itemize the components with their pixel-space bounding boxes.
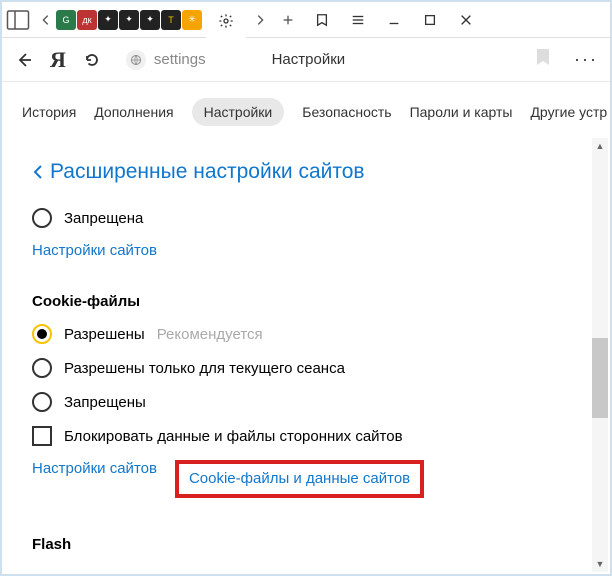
page-title: Настройки — [272, 51, 346, 68]
tab-favicon[interactable]: G — [56, 10, 76, 30]
close-button[interactable] — [454, 8, 478, 32]
gear-icon — [218, 13, 234, 29]
radio-icon[interactable] — [32, 208, 52, 228]
cookies-heading: Сookie-файлы — [32, 293, 580, 310]
bookmark-icon[interactable] — [536, 48, 550, 71]
recommended-hint: Рекомендуется — [157, 326, 263, 343]
scroll-down-icon[interactable]: ▼ — [592, 556, 608, 572]
scroll-up-icon[interactable]: ▲ — [592, 138, 608, 154]
tab-favicon[interactable]: T — [161, 10, 181, 30]
minimize-button[interactable] — [382, 8, 406, 32]
tab-settings[interactable]: Настройки — [192, 98, 285, 126]
tab-next-icon[interactable] — [250, 2, 270, 38]
radio-label: Запрещены — [64, 394, 146, 411]
yandex-logo[interactable]: Я — [50, 47, 66, 73]
radio-icon[interactable] — [32, 392, 52, 412]
site-settings-link[interactable]: Настройки сайтов — [32, 242, 580, 259]
settings-content: Расширенные настройки сайтов Запрещена Н… — [2, 160, 610, 581]
radio-label: Разрешены — [64, 326, 145, 343]
cookie-data-link[interactable]: Cookie-файлы и данные сайтов — [189, 470, 410, 487]
address-bar: Я settings Настройки ··· — [2, 38, 610, 82]
settings-tabs: История Дополнения Настройки Безопасност… — [2, 82, 610, 142]
tab-history[interactable]: История — [22, 104, 76, 120]
cookies-session-option[interactable]: Разрешены только для текущего сеанса — [32, 358, 580, 378]
radio-icon[interactable] — [32, 358, 52, 378]
tab-favicon[interactable]: дк — [77, 10, 97, 30]
active-tab[interactable] — [206, 2, 246, 38]
tab-favicon[interactable]: ✦ — [119, 10, 139, 30]
block-third-party-option[interactable]: Блокировать данные и файлы сторонних сай… — [32, 426, 580, 446]
radio-label: Запрещена — [64, 210, 143, 227]
new-tab-button[interactable] — [278, 2, 298, 38]
radio-icon[interactable] — [32, 324, 52, 344]
more-menu-icon[interactable]: ··· — [574, 49, 598, 70]
tab-favicon[interactable]: ✳ — [182, 10, 202, 30]
site-info-icon[interactable] — [126, 50, 146, 70]
section-back-link[interactable]: Расширенные настройки сайтов — [32, 160, 580, 184]
background-tabs: G дк ✦ ✦ ✦ T ✳ — [56, 10, 202, 30]
sidebar-toggle-icon[interactable] — [6, 8, 30, 32]
tab-favicon[interactable]: ✦ — [140, 10, 160, 30]
checkbox-icon[interactable] — [32, 426, 52, 446]
tab-favicon[interactable]: ✦ — [98, 10, 118, 30]
tab-prev-icon[interactable] — [36, 2, 56, 38]
cookies-allowed-option[interactable]: Разрешены Рекомендуется — [32, 324, 580, 344]
url-text: settings — [154, 51, 206, 68]
radio-label: Разрешены только для текущего сеанса — [64, 360, 345, 377]
maximize-button[interactable] — [418, 8, 442, 32]
radio-option-blocked[interactable]: Запрещена — [32, 208, 580, 228]
chevron-left-icon — [32, 164, 44, 180]
tab-addons[interactable]: Дополнения — [94, 104, 173, 120]
tab-security[interactable]: Безопасность — [302, 104, 391, 120]
cookies-blocked-option[interactable]: Запрещены — [32, 392, 580, 412]
address-field[interactable]: settings — [126, 50, 206, 70]
flash-heading: Flash — [32, 536, 580, 553]
tab-passwords[interactable]: Пароли и карты — [410, 104, 513, 120]
checkbox-label: Блокировать данные и файлы сторонних сай… — [64, 428, 403, 445]
section-title: Расширенные настройки сайтов — [50, 160, 365, 184]
scrollbar[interactable]: ▲ ▼ — [592, 138, 608, 572]
title-bar: G дк ✦ ✦ ✦ T ✳ — [2, 2, 610, 38]
reader-mode-icon[interactable] — [310, 8, 334, 32]
site-settings-link[interactable]: Настройки сайтов — [32, 460, 157, 477]
reload-button[interactable] — [82, 50, 102, 70]
tab-other[interactable]: Другие устр — [530, 104, 607, 120]
highlight-annotation: Cookie-файлы и данные сайтов — [175, 460, 424, 498]
menu-icon[interactable] — [346, 8, 370, 32]
scrollbar-thumb[interactable] — [592, 338, 608, 418]
back-button[interactable] — [14, 50, 34, 70]
